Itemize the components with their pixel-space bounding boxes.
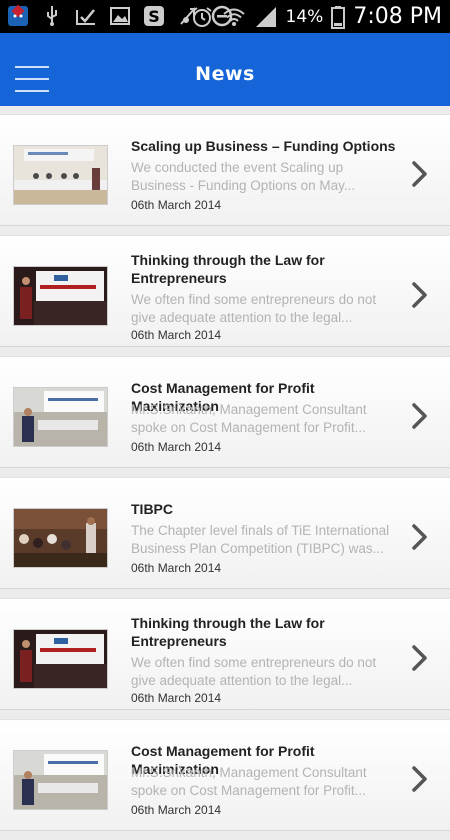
news-list: Scaling up Business – Funding Options We…	[0, 114, 450, 840]
news-date: 06th March 2014	[131, 198, 222, 212]
news-thumbnail	[13, 266, 108, 326]
check-icon	[76, 9, 95, 25]
news-title: Thinking through the Law for Entrepreneu…	[131, 615, 325, 649]
battery-percentage: 14%	[285, 6, 324, 27]
page-title: News	[195, 63, 255, 85]
news-thumbnail	[13, 750, 108, 810]
news-date: 06th March 2014	[131, 328, 222, 342]
chevron-right-icon[interactable]	[410, 523, 430, 551]
news-date: 06th March 2014	[131, 440, 222, 454]
news-thumbnail	[13, 508, 108, 568]
news-description: We often find some entrepreneurs do not …	[131, 292, 377, 325]
usb-icon	[47, 6, 57, 26]
news-item[interactable]: Thinking through the Law for Entrepreneu…	[0, 235, 450, 347]
news-thumbnail	[13, 629, 108, 689]
app-bar: News	[0, 33, 450, 106]
alarm-icon	[191, 6, 212, 27]
chevron-right-icon[interactable]	[410, 281, 430, 309]
chevron-right-icon[interactable]	[410, 644, 430, 672]
s-app-icon: S	[144, 6, 164, 26]
battery-icon	[331, 5, 346, 29]
chevron-right-icon[interactable]	[410, 765, 430, 793]
news-item[interactable]: TIBPC The Chapter level finals of TiE In…	[0, 477, 450, 589]
news-title: Thinking through the Law for Entrepreneu…	[131, 252, 325, 286]
news-item[interactable]: Scaling up Business – Funding Options We…	[0, 114, 450, 226]
news-date: 06th March 2014	[131, 691, 222, 705]
news-title: TIBPC	[131, 501, 173, 517]
news-thumbnail	[13, 387, 108, 447]
domino-app-icon	[8, 4, 28, 26]
news-item[interactable]: Cost Management for Profit Maximization …	[0, 356, 450, 468]
clock: 7:08 PM	[353, 4, 442, 29]
image-icon	[110, 7, 130, 25]
news-description: Mr.S.Srikanth, Management Consultant spo…	[131, 765, 367, 798]
news-date: 06th March 2014	[131, 803, 222, 817]
cell-signal-icon	[255, 6, 276, 27]
status-bar: S 14% 7:08 PM	[0, 0, 450, 33]
news-thumbnail	[13, 145, 108, 205]
svg-text:S: S	[148, 7, 160, 26]
chevron-right-icon[interactable]	[410, 160, 430, 188]
wifi-icon	[222, 8, 245, 26]
news-description: We often find some entrepreneurs do not …	[131, 655, 377, 688]
news-item[interactable]: Cost Management for Profit Maximization …	[0, 719, 450, 831]
news-item[interactable]: Thinking through the Law for Entrepreneu…	[0, 598, 450, 710]
news-description: We conducted the event Scaling up Busine…	[131, 160, 356, 193]
news-description: The Chapter level finals of TiE Internat…	[131, 523, 390, 556]
news-title: Scaling up Business – Funding Options	[131, 138, 396, 154]
news-description: Mr.S.Srikanth, Management Consultant spo…	[131, 402, 367, 435]
chevron-right-icon[interactable]	[410, 402, 430, 430]
news-date: 06th March 2014	[131, 561, 222, 575]
